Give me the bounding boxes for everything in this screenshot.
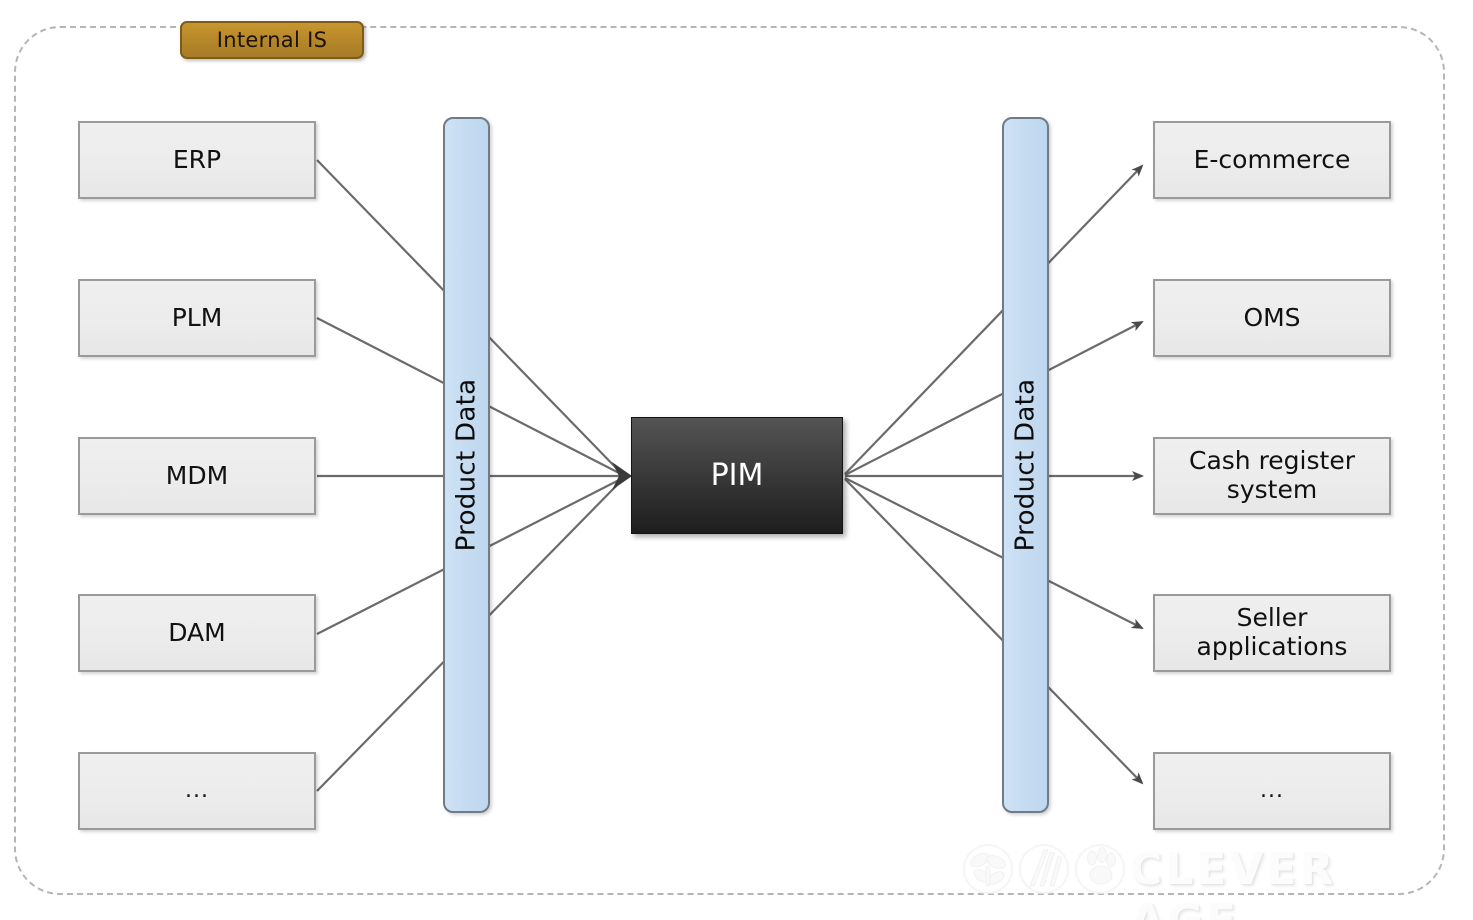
pim-node-label: PIM	[710, 458, 764, 493]
source-node-mdm[interactable]: MDM	[78, 437, 316, 515]
connector-pim-to-more	[844, 478, 1144, 785]
product-data-bar-inbound-label: Product Data	[451, 378, 482, 552]
product-data-bar-outbound: Product Data	[1002, 117, 1049, 813]
target-node-more[interactable]: ...	[1153, 752, 1391, 830]
product-data-bar-outbound-label: Product Data	[1010, 378, 1041, 552]
source-node-plm[interactable]: PLM	[78, 279, 316, 357]
diagram-canvas: Internal IS ERP PLM MDM DAM ... Product …	[0, 0, 1473, 920]
target-node-cash-register[interactable]: Cash register system	[1153, 437, 1391, 515]
target-node-more-label: ...	[1260, 778, 1284, 804]
target-node-seller-apps-label: Seller applications	[1196, 603, 1348, 661]
connector-pim-to-seller-apps	[844, 477, 1144, 629]
connector-pim-to-oms	[844, 321, 1144, 476]
target-node-seller-apps[interactable]: Seller applications	[1153, 594, 1391, 672]
product-data-bar-inbound: Product Data	[443, 117, 490, 813]
target-node-oms-label: OMS	[1243, 302, 1301, 332]
source-node-mdm-label: MDM	[165, 460, 229, 490]
source-node-more-label: ...	[185, 778, 209, 804]
source-node-more[interactable]: ...	[78, 752, 316, 830]
source-node-erp-label: ERP	[172, 144, 222, 174]
target-connectors	[844, 164, 1144, 785]
source-node-dam[interactable]: DAM	[78, 594, 316, 672]
connector-pim-to-ecommerce	[844, 164, 1144, 475]
target-node-ecommerce[interactable]: E-commerce	[1153, 121, 1391, 199]
source-node-plm-label: PLM	[171, 302, 223, 332]
pim-node[interactable]: PIM	[631, 417, 843, 534]
target-node-ecommerce-label: E-commerce	[1193, 144, 1351, 174]
target-node-cash-register-label: Cash register system	[1188, 446, 1355, 504]
internal-is-label: Internal IS	[180, 21, 364, 59]
source-node-dam-label: DAM	[168, 617, 226, 647]
source-node-erp[interactable]: ERP	[78, 121, 316, 199]
target-node-oms[interactable]: OMS	[1153, 279, 1391, 357]
